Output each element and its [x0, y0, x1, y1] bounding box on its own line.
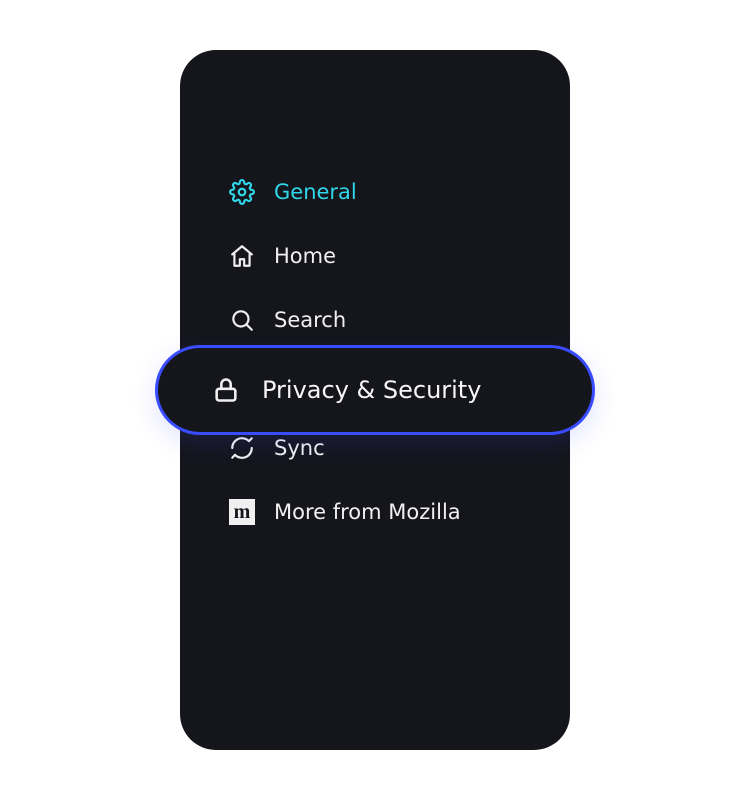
search-icon — [228, 306, 256, 334]
sidebar-item-search[interactable]: Search — [228, 288, 570, 352]
home-icon — [228, 242, 256, 270]
sidebar-item-general[interactable]: General — [228, 160, 570, 224]
sidebar-item-label: Privacy & Security — [262, 376, 481, 404]
sidebar-item-label: Sync — [274, 436, 325, 460]
sidebar-item-label: Home — [274, 244, 336, 268]
lock-icon — [212, 376, 240, 404]
sync-icon — [228, 434, 256, 462]
sidebar-item-more-from-mozilla[interactable]: m More from Mozilla — [228, 480, 570, 544]
sidebar-item-label: General — [274, 180, 357, 204]
sidebar-item-privacy-security[interactable]: Privacy & Security — [155, 345, 595, 435]
sidebar-item-label: Search — [274, 308, 346, 332]
mozilla-icon: m — [228, 498, 256, 526]
sidebar-item-label: More from Mozilla — [274, 500, 461, 524]
gear-icon — [228, 178, 256, 206]
sidebar-item-home[interactable]: Home — [228, 224, 570, 288]
